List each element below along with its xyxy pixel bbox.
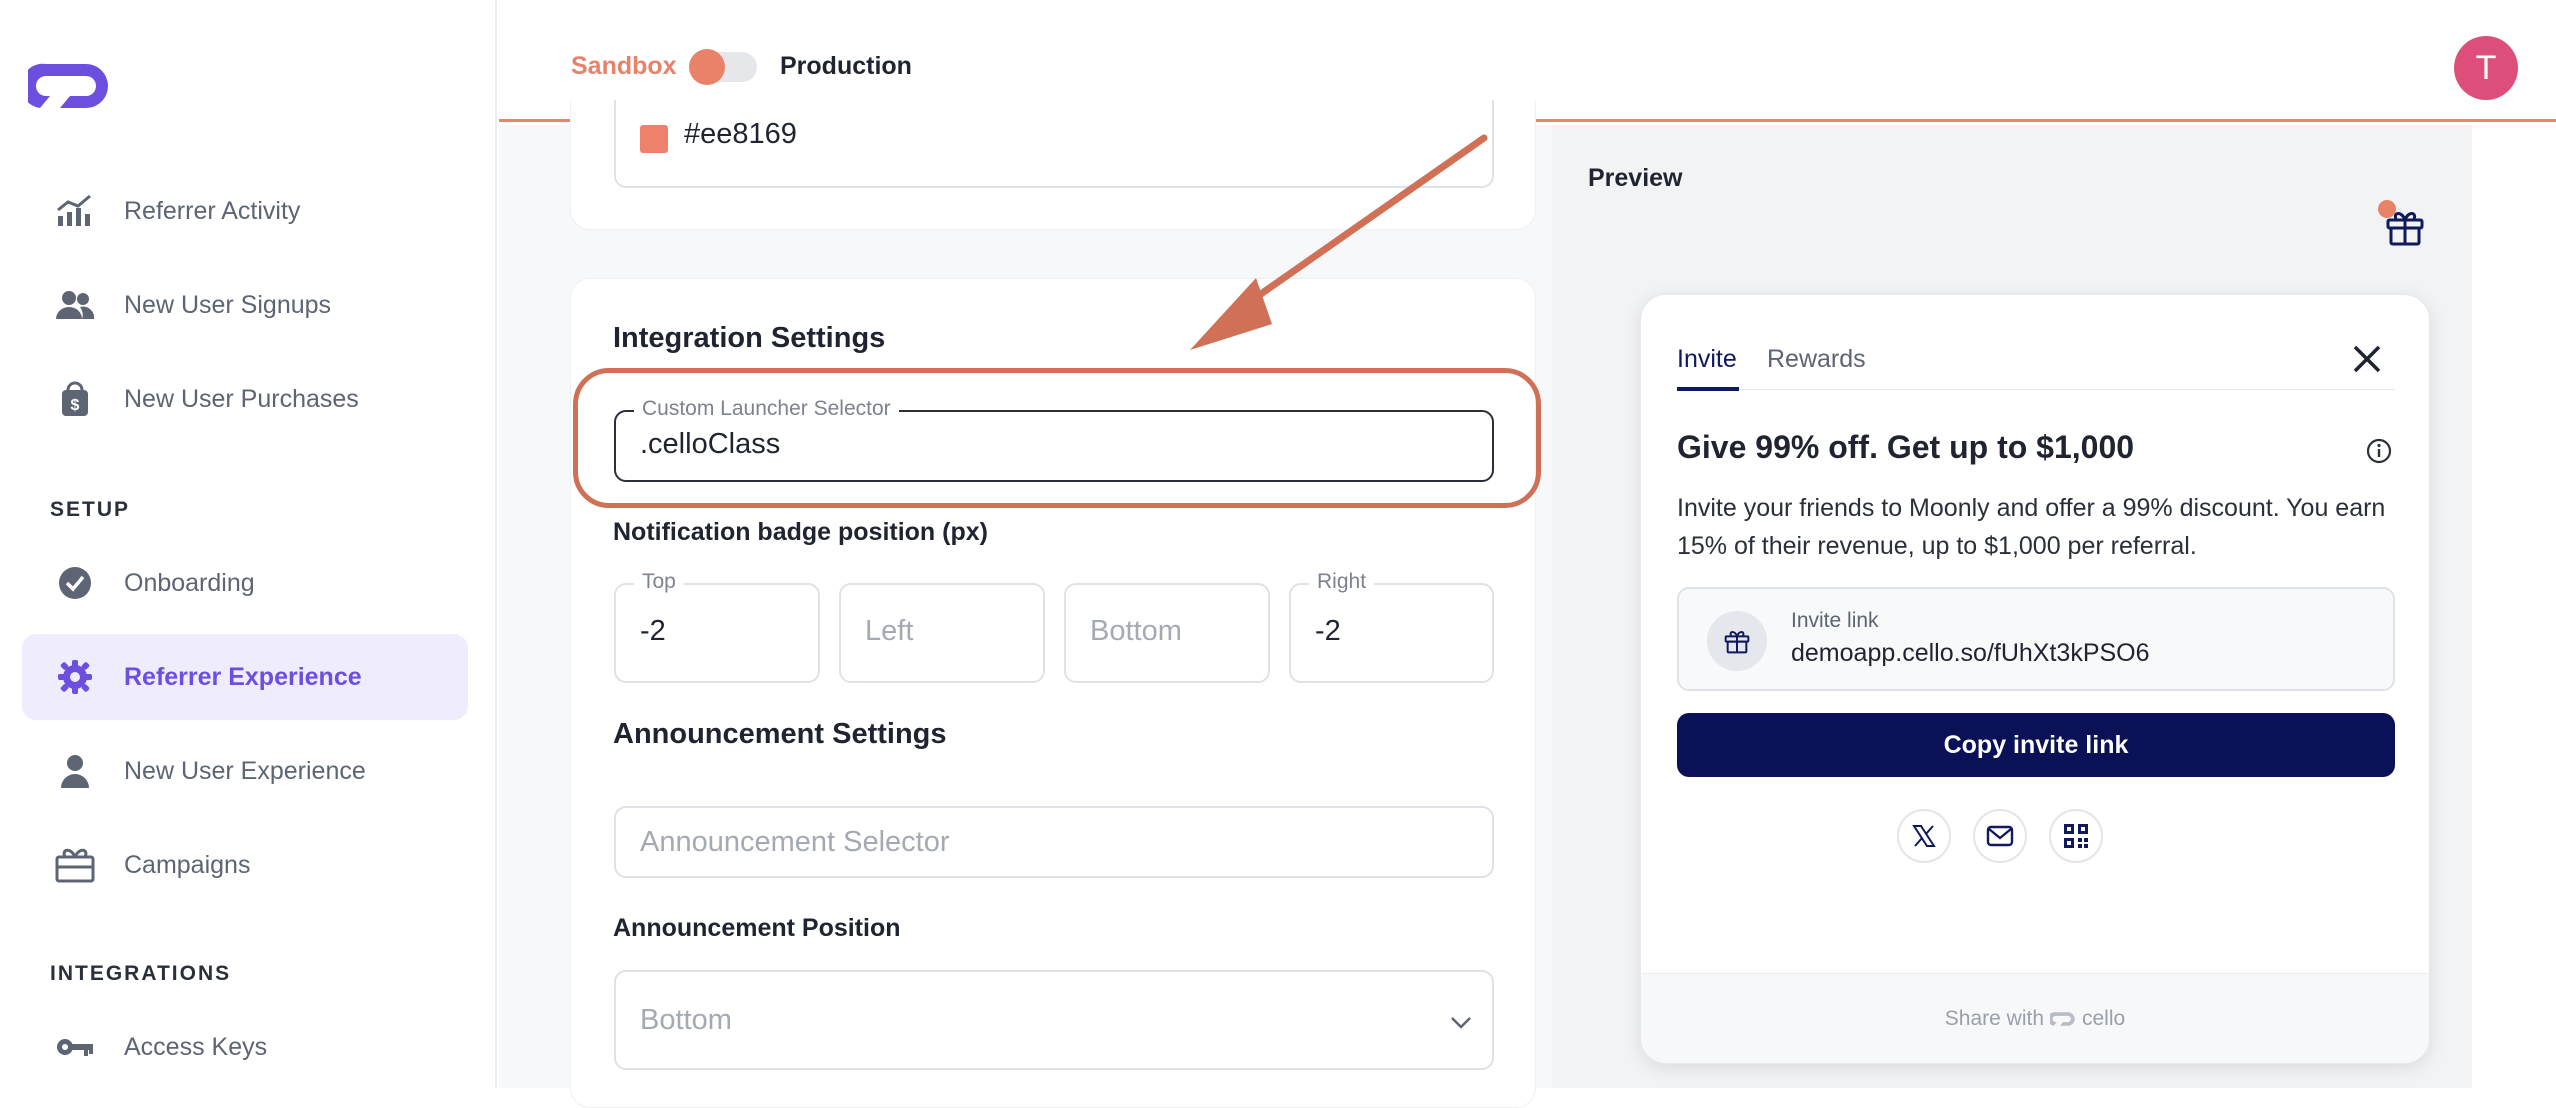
- chevron-down-icon: [1451, 1017, 1471, 1029]
- sidebar-item-label: Referrer Activity: [124, 196, 301, 225]
- sidebar-item-label: Onboarding: [124, 568, 255, 597]
- preview-title: Preview: [1588, 164, 1683, 192]
- field-value: -2: [1315, 615, 1341, 647]
- field-value: .celloClass: [640, 428, 781, 460]
- announcement-position-select[interactable]: Bottom: [614, 970, 1494, 1070]
- badge-position-title: Notification badge position (px): [613, 518, 988, 546]
- badge-bottom-input[interactable]: Bottom: [1064, 583, 1270, 683]
- section-title-integrations: INTEGRATIONS: [50, 962, 232, 985]
- sidebar-item-label: Campaigns: [124, 850, 251, 879]
- field-value: -2: [640, 615, 666, 647]
- chart-icon: [54, 190, 96, 232]
- share-qr-button[interactable]: [2049, 809, 2103, 863]
- announcement-settings-title: Announcement Settings: [613, 718, 947, 750]
- select-value: Bottom: [640, 1004, 732, 1036]
- sidebar-item-label: New User Experience: [124, 756, 366, 785]
- brand-color-input[interactable]: #ee8169: [614, 100, 1494, 188]
- key-icon: [54, 1026, 96, 1068]
- info-icon[interactable]: [2365, 437, 2393, 465]
- tab-rewards[interactable]: Rewards: [1767, 345, 1866, 374]
- sidebar-item-campaigns[interactable]: Campaigns: [22, 822, 468, 908]
- share-with-label: Share with: [1944, 1006, 2044, 1030]
- svg-text:$: $: [71, 397, 80, 414]
- gift-box-icon: [54, 844, 96, 886]
- sidebar-item-new-user-purchases[interactable]: $ New User Purchases: [22, 356, 468, 442]
- cello-brand-icon: [2050, 1011, 2075, 1026]
- referral-widget: Invite Rewards Give 99% off. Get up to $…: [1640, 294, 2430, 1064]
- avatar[interactable]: T: [2454, 36, 2518, 100]
- tab-invite[interactable]: Invite: [1677, 345, 1737, 374]
- shopping-bag-icon: $: [54, 378, 96, 420]
- badge-top-input[interactable]: Top -2: [614, 570, 820, 683]
- gear-icon: [54, 656, 96, 698]
- custom-launcher-selector-input[interactable]: Custom Launcher Selector .celloClass: [614, 397, 1494, 482]
- copy-invite-link-button[interactable]: Copy invite link: [1677, 713, 2395, 777]
- sidebar: Referrer Activity New User Signups $ New…: [0, 0, 497, 1088]
- sidebar-item-label: Referrer Experience: [124, 662, 362, 691]
- invite-link-value: demoapp.cello.so/fUhXt3kPSO6: [1791, 639, 2150, 667]
- qr-code-icon: [2064, 824, 2088, 848]
- sidebar-item-access-keys[interactable]: Access Keys: [22, 1004, 468, 1090]
- field-legend: Custom Launcher Selector: [634, 397, 899, 421]
- sidebar-item-onboarding[interactable]: Onboarding: [22, 540, 468, 626]
- sidebar-item-new-user-experience[interactable]: New User Experience: [22, 728, 468, 814]
- sidebar-item-referrer-activity[interactable]: Referrer Activity: [22, 168, 468, 254]
- mail-icon: [1986, 825, 2014, 847]
- sidebar-item-label: New User Purchases: [124, 384, 359, 413]
- field-placeholder: Bottom: [1090, 615, 1182, 647]
- section-title-setup: SETUP: [50, 498, 131, 521]
- person-icon: [54, 750, 96, 792]
- sidebar-item-label: Access Keys: [124, 1032, 268, 1061]
- cello-brand-label: cello: [2082, 1006, 2126, 1030]
- announcement-selector-input[interactable]: Announcement Selector: [614, 806, 1494, 878]
- field-placeholder: Announcement Selector: [640, 826, 950, 858]
- badge-left-input[interactable]: Left: [839, 583, 1045, 683]
- sidebar-item-referrer-experience[interactable]: Referrer Experience: [22, 634, 468, 720]
- notification-badge: [2378, 200, 2396, 218]
- integration-settings-title: Integration Settings: [613, 322, 886, 354]
- cello-logo-icon[interactable]: [28, 56, 112, 116]
- tab-active-indicator: [1677, 387, 1739, 391]
- tab-divider: [1677, 389, 2395, 390]
- color-swatch[interactable]: [640, 125, 668, 153]
- field-legend: Top: [634, 570, 684, 594]
- sidebar-item-label: New User Signups: [124, 290, 332, 319]
- toggle-knob: [689, 49, 725, 85]
- users-icon: [54, 284, 96, 326]
- share-x-button[interactable]: [1897, 809, 1951, 863]
- check-circle-icon: [54, 562, 96, 604]
- gift-icon: [1707, 611, 1767, 671]
- env-label-sandbox: Sandbox: [571, 52, 677, 80]
- widget-description: Invite your friends to Moonly and offer …: [1677, 494, 2386, 560]
- environment-toggle[interactable]: [689, 49, 757, 85]
- close-icon[interactable]: [2349, 341, 2385, 377]
- widget-headline: Give 99% off. Get up to $1,000: [1677, 429, 2135, 465]
- share-email-button[interactable]: [1973, 809, 2027, 863]
- badge-right-input[interactable]: Right -2: [1289, 570, 1494, 683]
- widget-footer: Share with cello: [1641, 973, 2429, 1063]
- x-twitter-icon: [1912, 825, 1936, 847]
- invite-link-box[interactable]: Invite link demoapp.cello.so/fUhXt3kPSO6: [1677, 587, 2395, 691]
- color-value: #ee8169: [684, 118, 797, 150]
- sidebar-item-new-user-signups[interactable]: New User Signups: [22, 262, 468, 348]
- invite-link-label: Invite link: [1791, 609, 1879, 632]
- field-legend: Right: [1309, 570, 1375, 594]
- announcement-position-title: Announcement Position: [613, 914, 901, 942]
- env-label-production: Production: [780, 52, 912, 80]
- field-placeholder: Left: [865, 615, 914, 647]
